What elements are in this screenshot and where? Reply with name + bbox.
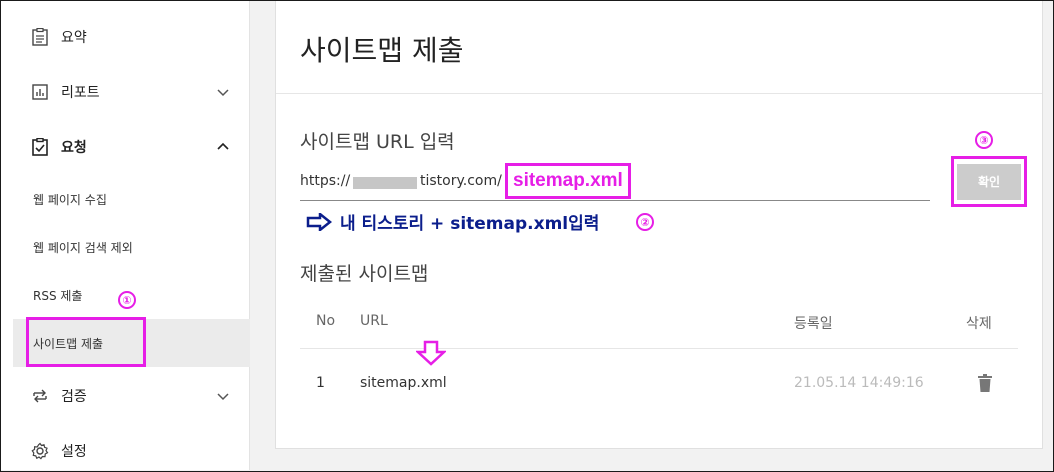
- table-header-divider: [300, 348, 1018, 349]
- title-divider: [276, 93, 1042, 94]
- chart-icon: [31, 83, 49, 101]
- chevron-down-icon[interactable]: [216, 85, 230, 99]
- swap-icon: [31, 387, 49, 405]
- sidebar-item-label: 요약: [61, 30, 87, 46]
- row-no: 1: [316, 375, 325, 391]
- sidebar-subitem-page-collect[interactable]: 웹 페이지 수집: [13, 175, 250, 223]
- chevron-down-icon[interactable]: [216, 389, 230, 403]
- annotation-highlight-confirm: 확인: [951, 156, 1027, 207]
- row-date: 21.05.14 14:49:16: [794, 375, 924, 391]
- col-header-url: URL: [360, 313, 388, 329]
- redacted-blog-id: [353, 177, 417, 189]
- col-header-no: No: [316, 313, 336, 329]
- sidebar-item-label: 요청: [61, 140, 87, 156]
- sidebar-item-label: 설정: [61, 444, 87, 460]
- sidebar-item-report[interactable]: 리포트: [1, 64, 250, 120]
- main-panel: 사이트맵 제출 사이트맵 URL 입력 https:// tistory.com…: [275, 1, 1043, 449]
- sitemap-path-input[interactable]: sitemap.xml: [505, 163, 631, 199]
- clipboard-icon: [31, 28, 49, 46]
- url-input-underline: [300, 200, 930, 201]
- sidebar-item-request[interactable]: 요청: [1, 119, 250, 175]
- clipboard-check-icon: [31, 138, 49, 156]
- annotation-step-1: ①: [118, 291, 136, 309]
- annotation-step-3: ③: [975, 131, 993, 149]
- arrow-down-icon: [416, 340, 446, 366]
- page-title: 사이트맵 제출: [300, 34, 464, 67]
- col-header-date: 등록일: [794, 316, 833, 332]
- submitted-section-label: 제출된 사이트맵: [300, 263, 429, 285]
- chevron-up-icon[interactable]: [216, 140, 230, 154]
- sidebar-item-label: 검증: [61, 389, 87, 405]
- sidebar-subitem-search-exclude[interactable]: 웹 페이지 검색 제외: [13, 223, 250, 271]
- sidebar-subitem-label: RSS 제출: [33, 288, 83, 303]
- annotation-step-2: ②: [636, 213, 654, 231]
- url-prefix: https://: [300, 173, 351, 189]
- input-section-label: 사이트맵 URL 입력: [300, 131, 455, 153]
- sidebar-subitem-label: 웹 페이지 검색 제외: [33, 240, 133, 255]
- sidebar-subitem-label: 웹 페이지 수집: [33, 192, 107, 207]
- sidebar-item-label: 리포트: [61, 85, 100, 101]
- confirm-button[interactable]: 확인: [957, 163, 1021, 200]
- sidebar-item-verify[interactable]: 검증: [1, 368, 250, 424]
- arrow-right-icon: [306, 212, 332, 231]
- trash-icon[interactable]: [977, 373, 993, 393]
- annotation-highlight-sitemap-menu: [26, 317, 146, 367]
- sitemap-path-value: sitemap.xml: [513, 170, 623, 191]
- gear-icon: [31, 442, 49, 460]
- row-url: sitemap.xml: [360, 375, 447, 391]
- sidebar-item-settings[interactable]: 설정: [1, 423, 250, 472]
- annotation-instruction: 내 티스토리 + sitemap.xml입력: [306, 209, 599, 234]
- col-header-delete: 삭제: [966, 316, 992, 332]
- url-host: tistory.com/: [418, 173, 502, 189]
- sidebar: 요약 리포트 요청 웹 페이지 수집 웹 페이지 검색 제외 RSS 제출 사이…: [1, 1, 250, 470]
- sidebar-item-summary[interactable]: 요약: [1, 9, 250, 65]
- instruction-text: 내 티스토리 + sitemap.xml입력: [340, 214, 600, 234]
